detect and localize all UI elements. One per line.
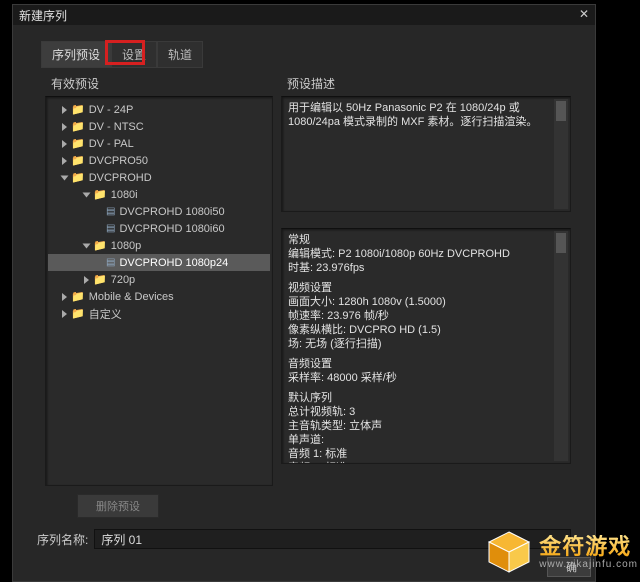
folder-icon: 📁 [71,171,85,184]
tree-item[interactable]: 📁DV - NTSC [48,118,270,135]
tab-presets[interactable]: 序列预设 [41,41,111,68]
folder-icon: 📁 [71,120,85,133]
ok-button[interactable]: 确 [547,557,591,577]
sequence-name-row: 序列名称: [37,529,571,549]
preset-icon: ▤ [106,257,115,268]
preset-icon: ▤ [106,206,115,217]
folder-icon: 📁 [71,290,85,303]
detail-panel: 常规编辑模式: P2 1080i/1080p 60Hz DVCPROHD时基: … [281,228,571,464]
tab-tracks[interactable]: 轨道 [157,41,203,68]
folder-icon: 📁 [93,188,107,201]
general-text: 编辑模式: P2 1080i/1080p 60Hz DVCPROHD时基: 23… [288,248,510,274]
presets-tree[interactable]: 📁DV - 24P 📁DV - NTSC 📁DV - PAL 📁DVCPRO50… [48,101,270,322]
presets-label: 有效预设 [45,75,273,92]
tree-item[interactable]: 📁1080i [48,186,270,203]
chevron-down-icon [83,192,91,197]
chevron-right-icon [62,293,67,301]
folder-icon: 📁 [93,239,107,252]
chevron-down-icon [61,175,69,180]
window-title: 新建序列 [19,7,67,24]
chevron-down-icon [83,243,91,248]
close-icon[interactable]: ✕ [579,7,589,21]
tree-item[interactable]: 📁自定义 [48,305,270,322]
chevron-right-icon [62,123,67,131]
folder-icon: 📁 [71,103,85,116]
tree-item[interactable]: 📁1080p [48,237,270,254]
video-text: 画面大小: 1280h 1080v (1.5000)帧速率: 23.976 帧/… [288,296,446,350]
chevron-right-icon [62,310,67,318]
tree-item-selected[interactable]: ▤DVCPROHD 1080p24 [48,254,270,271]
desc-label: 预设描述 [281,75,571,92]
folder-icon: 📁 [71,307,85,320]
seq-heading: 默认序列 [288,392,332,404]
tree-item[interactable]: 📁DV - 24P [48,101,270,118]
tree-item[interactable]: 📁DV - PAL [48,135,270,152]
sequence-name-input[interactable] [94,529,571,549]
folder-icon: 📁 [93,273,107,286]
new-sequence-dialog: 新建序列 ✕ 序列预设 设置 轨道 有效预设 📁DV - 24P 📁DV - N… [12,4,596,582]
scrollbar[interactable] [554,99,568,209]
presets-tree-panel: 📁DV - 24P 📁DV - NTSC 📁DV - PAL 📁DVCPRO50… [45,96,273,486]
folder-icon: 📁 [71,154,85,167]
general-heading: 常规 [288,234,310,246]
titlebar[interactable]: 新建序列 ✕ [13,5,595,25]
delete-preset-button[interactable]: 删除预设 [77,494,159,518]
chevron-right-icon [62,140,67,148]
chevron-right-icon [84,276,89,284]
preset-icon: ▤ [106,223,115,234]
tab-settings[interactable]: 设置 [111,41,157,68]
video-heading: 视频设置 [288,282,332,294]
description-panel: 用于编辑以 50Hz Panasonic P2 在 1080/24p 或 108… [281,96,571,212]
seq-text: 总计视频轨: 3主音轨类型: 立体声单声道:音频 1: 标准音频 2: 标准音频… [288,406,382,464]
sequence-name-label: 序列名称: [37,531,88,548]
tree-item[interactable]: 📁Mobile & Devices [48,288,270,305]
tree-item[interactable]: ▤DVCPROHD 1080i60 [48,220,270,237]
folder-icon: 📁 [71,137,85,150]
tree-item[interactable]: ▤DVCPROHD 1080i50 [48,203,270,220]
audio-heading: 音频设置 [288,358,332,370]
tree-item[interactable]: 📁DVCPROHD [48,169,270,186]
chevron-right-icon [62,157,67,165]
tree-item[interactable]: 📁DVCPRO50 [48,152,270,169]
audio-text: 采样率: 48000 采样/秒 [288,372,397,384]
tree-item[interactable]: 📁720p [48,271,270,288]
chevron-right-icon [62,106,67,114]
scrollbar[interactable] [554,231,568,461]
tabs: 序列预设 设置 轨道 [41,41,595,67]
description-text: 用于编辑以 50Hz Panasonic P2 在 1080/24p 或 108… [288,102,537,128]
